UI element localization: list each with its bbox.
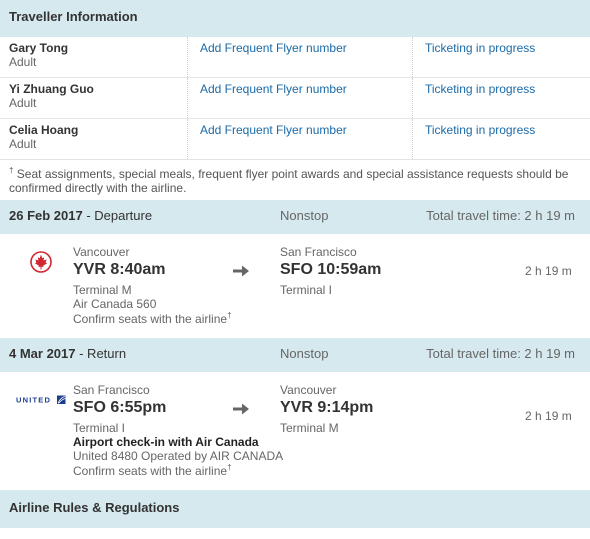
- return-checkin-note: Airport check-in with Air Canada: [73, 435, 259, 449]
- add-frequent-flyer-link[interactable]: Add Frequent Flyer number: [200, 41, 347, 55]
- traveller-type: Adult: [9, 96, 37, 110]
- traveller-info-title: Traveller Information: [9, 9, 138, 24]
- traveller-name: Yi Zhuang Guo: [9, 82, 94, 96]
- departure-leg: Vancouver YVR 8:40am Terminal M Air Cana…: [0, 234, 590, 338]
- return-leg: UNITED San Francisco SFO 6:55pm Terminal…: [0, 372, 590, 490]
- departure-flight-number: Air Canada 560: [73, 297, 157, 311]
- column-divider: [412, 119, 413, 159]
- airline-rules-title: Airline Rules & Regulations: [9, 500, 180, 515]
- column-divider: [412, 37, 413, 77]
- departure-date-label: 26 Feb 2017 - Departure: [9, 208, 152, 223]
- departure-seat-note-text: Confirm seats with the airline: [73, 312, 228, 326]
- return-origin-time: SFO 6:55pm: [73, 399, 167, 416]
- seat-note-dagger: †: [227, 311, 232, 320]
- return-date-label: 4 Mar 2017 - Return: [9, 346, 126, 361]
- traveller-info-header: Traveller Information: [0, 0, 590, 37]
- return-flight-number: United 8480 Operated by AIR CANADA: [73, 449, 284, 463]
- return-destination-time: YVR 9:14pm: [280, 399, 374, 416]
- departure-date: 26 Feb 2017: [9, 208, 83, 223]
- departure-summary-bar: 26 Feb 2017 - Departure Nonstop Total tr…: [0, 200, 590, 234]
- united-logo-text: UNITED: [16, 396, 51, 405]
- departure-origin-city: Vancouver: [73, 245, 130, 259]
- ticketing-status-link[interactable]: Ticketing in progress: [425, 123, 535, 137]
- column-divider: [187, 78, 188, 118]
- departure-stops: Nonstop: [280, 208, 329, 223]
- traveller-name: Gary Tong: [9, 41, 69, 55]
- traveller-name: Celia Hoang: [9, 123, 79, 137]
- departure-destination-terminal: Terminal I: [280, 283, 333, 297]
- departure-duration: 2 h 19 m: [525, 264, 572, 278]
- add-frequent-flyer-link[interactable]: Add Frequent Flyer number: [200, 123, 347, 137]
- traveller-row: Yi Zhuang Guo Adult Add Frequent Flyer n…: [0, 78, 590, 119]
- add-frequent-flyer-link[interactable]: Add Frequent Flyer number: [200, 82, 347, 96]
- traveller-footnote: † Seat assignments, special meals, frequ…: [9, 164, 584, 195]
- column-divider: [187, 119, 188, 159]
- departure-direction: - Departure: [82, 208, 153, 223]
- footnote-text: Seat assignments, special meals, frequen…: [9, 167, 569, 195]
- return-total-time: Total travel time: 2 h 19 m: [426, 346, 575, 361]
- return-origin-city: San Francisco: [73, 383, 150, 397]
- ticketing-status-link[interactable]: Ticketing in progress: [425, 41, 535, 55]
- footnote-dagger: †: [9, 166, 14, 175]
- traveller-row: Celia Hoang Adult Add Frequent Flyer num…: [0, 119, 590, 160]
- arrow-right-icon: [233, 403, 249, 415]
- united-airlines-logo-icon: UNITED: [16, 395, 66, 405]
- return-stops: Nonstop: [280, 346, 329, 361]
- return-summary-bar: 4 Mar 2017 - Return Nonstop Total travel…: [0, 338, 590, 372]
- departure-destination-city: San Francisco: [280, 245, 357, 259]
- return-origin-terminal: Terminal I: [73, 421, 126, 435]
- air-canada-logo-icon: [30, 251, 52, 273]
- return-destination-terminal: Terminal M: [280, 421, 339, 435]
- ticketing-status-link[interactable]: Ticketing in progress: [425, 82, 535, 96]
- return-direction: - Return: [75, 346, 127, 361]
- traveller-type: Adult: [9, 55, 37, 69]
- traveller-type: Adult: [9, 137, 37, 151]
- departure-origin-time: YVR 8:40am: [73, 261, 166, 278]
- column-divider: [412, 78, 413, 118]
- departure-total-time: Total travel time: 2 h 19 m: [426, 208, 575, 223]
- departure-seat-note: Confirm seats with the airline†: [73, 311, 232, 326]
- traveller-row: Gary Tong Adult Add Frequent Flyer numbe…: [0, 37, 590, 78]
- departure-origin-terminal: Terminal M: [73, 283, 132, 297]
- seat-note-dagger: †: [227, 463, 232, 472]
- airline-rules-header: Airline Rules & Regulations: [0, 490, 590, 528]
- return-seat-note: Confirm seats with the airline†: [73, 463, 232, 478]
- return-duration: 2 h 19 m: [525, 409, 572, 423]
- return-date: 4 Mar 2017: [9, 346, 76, 361]
- arrow-right-icon: [233, 265, 249, 277]
- return-seat-note-text: Confirm seats with the airline: [73, 464, 228, 478]
- departure-destination-time: SFO 10:59am: [280, 261, 382, 278]
- return-destination-city: Vancouver: [280, 383, 337, 397]
- column-divider: [187, 37, 188, 77]
